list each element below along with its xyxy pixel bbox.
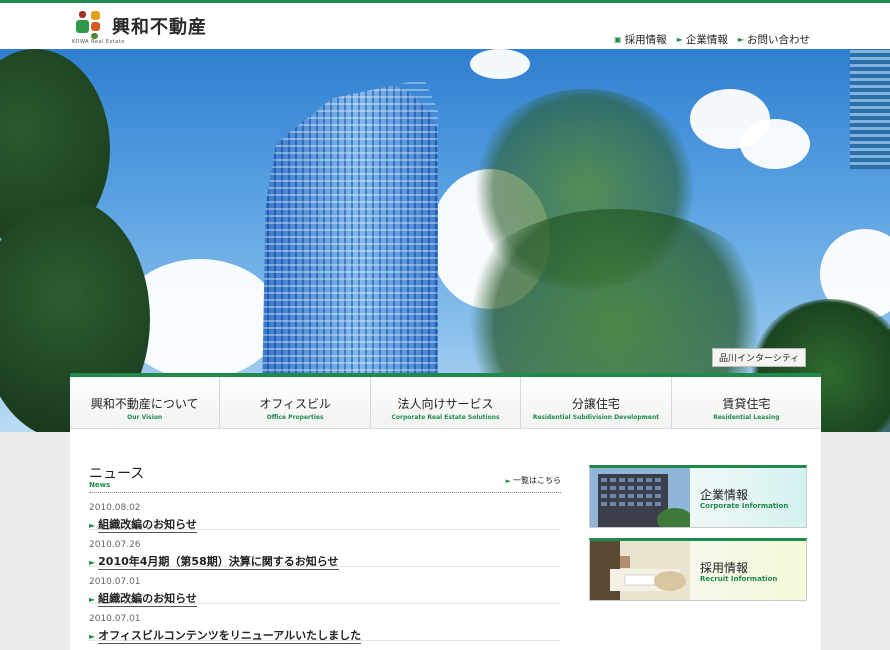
brand-name: 興和不動産: [112, 17, 207, 38]
util-contact-label: お問い合わせ: [747, 34, 810, 46]
news-section: ニュース News ► 一覧はこちら 2010.08.02 ► 組織改編のお知らせ …: [89, 463, 561, 644]
corporate-info-banner[interactable]: 企業情報 Corporate Information: [589, 465, 807, 528]
util-company-label: 企業情報: [685, 34, 728, 46]
building-photo-icon: [590, 468, 690, 527]
nav-label: 法人向けサービス: [397, 397, 494, 411]
document-icon: ▣: [614, 35, 622, 44]
util-contact-link[interactable]: ► お問い合わせ: [738, 32, 810, 47]
nav-label: 分譲住宅: [571, 397, 620, 411]
nav-sublabel: Residential Subdivision Development: [532, 414, 660, 421]
news-date: 2010.07.01: [89, 577, 141, 587]
nav-label: 興和不動産について: [90, 397, 199, 411]
hero-caption: 品川インターシティ: [712, 348, 807, 367]
news-more-label: 一覧はこちら: [513, 476, 561, 485]
nav-sublabel: Corporate Real Estate Solutions: [391, 414, 500, 421]
util-recruit-label: 採用情報: [624, 34, 667, 46]
util-company-link[interactable]: ► 企業情報: [677, 32, 728, 47]
meeting-photo-icon: [590, 541, 690, 600]
nav-label: 賃貸住宅: [722, 397, 771, 411]
nav-label: オフィスビル: [259, 397, 331, 411]
background-building: [850, 49, 890, 169]
arrow-right-icon: ►: [505, 477, 511, 485]
news-link[interactable]: オフィスビルコンテンツをリニューアルいたしました: [98, 627, 362, 644]
news-more-link[interactable]: ► 一覧はこちら: [506, 475, 561, 486]
site-header: 興和不動産 KOWA Real Estate ▣ 採用情報 ► 企業情報 ► お…: [0, 3, 890, 49]
nav-sublabel: Our Vision: [127, 414, 163, 421]
brand-subtitle: KOWA Real Estate: [72, 39, 125, 45]
news-title: ニュース: [89, 466, 145, 482]
news-title-en: News: [89, 481, 111, 489]
arrow-right-icon: ►: [676, 35, 683, 44]
main-content: 興和不動産について Our Vision オフィスビル Office Prope…: [70, 373, 821, 650]
nav-item-corporate-services[interactable]: 法人向けサービス Corporate Real Estate Solutions: [371, 377, 522, 428]
site-logo[interactable]: 興和不動産 KOWA Real Estate: [72, 11, 212, 45]
nav-item-about[interactable]: 興和不動産について Our Vision: [70, 377, 221, 428]
banner-sublabel: Recruit Information: [700, 575, 778, 583]
nav-sublabel: Office Properties: [266, 414, 324, 421]
utility-nav: ▣ 採用情報 ► 企業情報 ► お問い合わせ: [614, 32, 810, 47]
banner-label: 採用情報: [700, 561, 749, 575]
news-link[interactable]: 組織改編のお知らせ: [98, 590, 197, 607]
news-link[interactable]: 2010年4月期（第58期）決算に関するお知らせ: [98, 553, 339, 570]
arrow-right-icon: ►: [89, 521, 96, 530]
news-date: 2010.07.01: [89, 614, 141, 624]
arrow-right-icon: ►: [737, 35, 744, 44]
nav-item-residential-sale[interactable]: 分譲住宅 Residential Subdivision Development: [521, 377, 672, 428]
list-item: 2010.07.26 ► 2010年4月期（第58期）決算に関するお知らせ: [89, 530, 561, 570]
news-list: 2010.08.02 ► 組織改編のお知らせ 2010.07.26 ► 2010年4…: [89, 493, 561, 644]
news-link[interactable]: 組織改編のお知らせ: [98, 516, 197, 533]
arrow-right-icon: ►: [89, 595, 96, 604]
list-item: 2010.07.01 ► オフィスビルコンテンツをリニューアルいたしました: [89, 604, 561, 644]
news-date: 2010.08.02: [89, 503, 141, 513]
recruit-info-banner[interactable]: 採用情報 Recruit Information: [589, 538, 807, 601]
global-nav: 興和不動産について Our Vision オフィスビル Office Prope…: [70, 377, 821, 429]
arrow-right-icon: ►: [89, 632, 96, 641]
nav-item-office[interactable]: オフィスビル Office Properties: [220, 377, 371, 428]
cloud: [470, 49, 530, 79]
list-item: 2010.07.01 ► 組織改編のお知らせ: [89, 567, 561, 607]
util-recruit-link[interactable]: ▣ 採用情報: [614, 32, 667, 47]
cloud: [740, 119, 810, 169]
list-item: 2010.08.02 ► 組織改編のお知らせ: [89, 493, 561, 533]
banner-label: 企業情報: [700, 488, 749, 502]
banner-sublabel: Corporate Information: [700, 502, 789, 510]
nav-item-residential-leasing[interactable]: 賃貸住宅 Residential Leasing: [672, 377, 821, 428]
nav-sublabel: Residential Leasing: [713, 414, 780, 421]
news-date: 2010.07.26: [89, 540, 141, 550]
arrow-right-icon: ►: [89, 558, 96, 567]
logo-mark-icon: [76, 11, 104, 39]
news-header: ニュース News ► 一覧はこちら: [89, 463, 561, 493]
